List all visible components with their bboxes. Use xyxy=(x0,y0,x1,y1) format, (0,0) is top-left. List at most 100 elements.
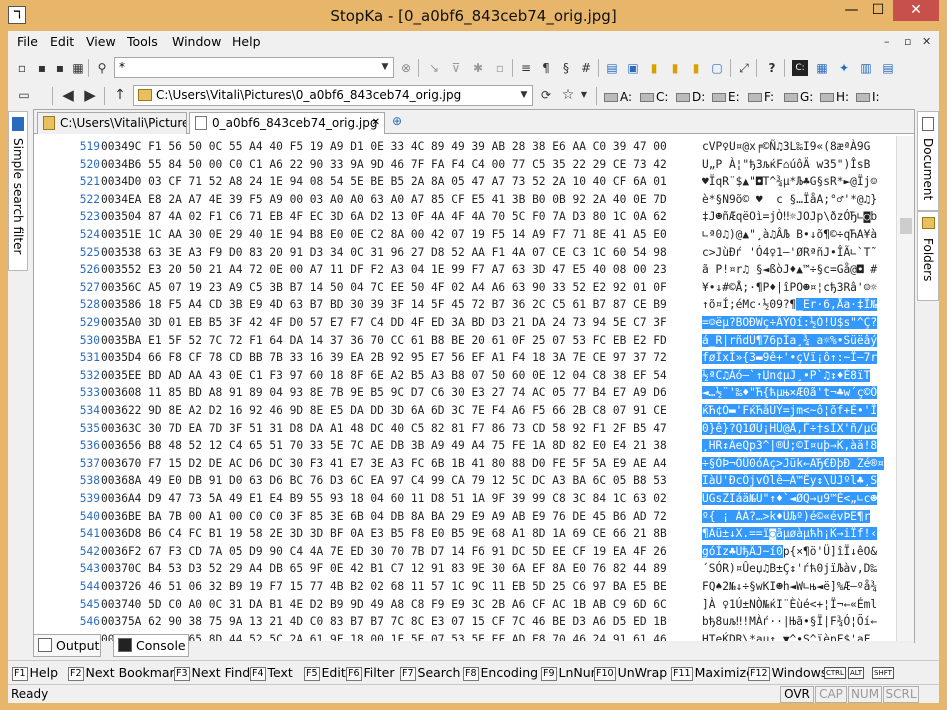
fkey-f7[interactable]: F7 Search xyxy=(400,665,460,681)
hex-row[interactable]: 523 003504 87 4A 02 F1 C6 71 EB 4F EC 3D … xyxy=(34,208,896,226)
close-file-icon[interactable]: ▦ xyxy=(70,60,86,76)
hex-row[interactable]: 527 00356C A5 07 19 23 A9 C5 3B B7 14 50 … xyxy=(34,279,896,297)
app-icon-3[interactable]: ▤ xyxy=(880,60,896,76)
hex-row[interactable]: 536 003656 B8 48 52 12 C4 65 51 70 33 5E … xyxy=(34,437,896,455)
hex-row[interactable]: 540 0036BE BA 7B 00 A1 00 C0 C0 3F 85 3E … xyxy=(34,508,896,526)
new-tab-icon[interactable]: ⊕ xyxy=(392,114,402,128)
mdi-minimize-button[interactable]: – xyxy=(884,35,890,48)
search-tool-icon[interactable]: ⚲ xyxy=(94,60,110,76)
fkey-f1[interactable]: F1 Help xyxy=(12,665,58,681)
hex-row[interactable]: 520 0034B6 55 84 50 00 C0 C1 A6 22 90 33 … xyxy=(34,156,896,174)
tab-folder[interactable]: C:\Users\Vitali\Pictures\ xyxy=(37,112,187,134)
drive-f[interactable]: F: xyxy=(748,89,774,105)
menu-tools[interactable]: Tools xyxy=(127,34,158,49)
hex-row[interactable]: 521 0034D0 03 CF 71 52 A8 24 1E 94 08 54 … xyxy=(34,173,896,191)
hex-row[interactable]: 542 0036F2 67 F3 CD 7A 05 D9 90 C4 4A 7E … xyxy=(34,543,896,561)
favorites-star-icon[interactable]: ☆ xyxy=(560,87,576,103)
explorer-icon[interactable]: ▦ xyxy=(814,60,830,76)
wrap-icon[interactable]: ¶ xyxy=(538,60,554,76)
filter-icon[interactable]: ⊽ xyxy=(448,60,464,76)
fkey-f10[interactable]: F10 UnWrap xyxy=(594,665,667,681)
tab-output[interactable]: Output xyxy=(33,634,101,657)
save-icon[interactable]: ▪ xyxy=(34,60,50,76)
folder-icon[interactable]: ▮ xyxy=(646,60,662,76)
menu-view[interactable]: View xyxy=(86,34,116,49)
hex-row[interactable]: 530 0035BA E1 5F 52 7C 72 F1 64 DA 14 37 … xyxy=(34,332,896,350)
hex-row[interactable]: 522 0034EA E8 2A A7 4E 39 F5 A9 00 03 A0 … xyxy=(34,191,896,209)
save-all-icon[interactable]: ▪ xyxy=(52,60,68,76)
hex-row[interactable]: 524 00351E 1C AA 30 0E 29 40 1E 94 B8 E0 … xyxy=(34,226,896,244)
tab-file[interactable]: 0_a0bf6_843ceb74_orig.jpg ✕ xyxy=(189,112,385,134)
menu-file[interactable]: File xyxy=(17,34,38,49)
app-icon-2[interactable]: ▥ xyxy=(858,60,874,76)
hex-row[interactable]: 539 0036A4 D9 47 73 5A 49 E1 E4 B9 55 93 … xyxy=(34,490,896,508)
fkey-f5[interactable]: F5 Edit xyxy=(304,665,346,681)
drive-e[interactable]: E: xyxy=(712,89,740,105)
vertical-scrollbar[interactable] xyxy=(896,136,914,641)
app-icon-1[interactable]: ✦ xyxy=(836,60,852,76)
folders-tab[interactable]: Folders xyxy=(917,211,939,301)
hex-row[interactable]: 545 003740 5D C0 A0 0C 31 DA B1 4E D2 B9 … xyxy=(34,596,896,614)
chevron-down-icon[interactable]: ▼ xyxy=(377,58,393,77)
scrollbar-thumb[interactable] xyxy=(900,218,912,234)
hex-row[interactable]: 534 003622 9D 8E A2 D2 16 92 46 9D 8E E5 … xyxy=(34,402,896,420)
hex-row[interactable]: 525 003538 63 3E A3 F9 D0 83 20 91 D3 34 … xyxy=(34,244,896,262)
chevron-down-icon[interactable]: ▼ xyxy=(516,86,532,105)
console-icon[interactable]: C: xyxy=(792,60,808,76)
menu-help[interactable]: Help xyxy=(232,34,261,49)
hex-row[interactable]: 519 00349C F1 56 50 0C 55 A4 40 F5 19 A9 … xyxy=(34,138,896,156)
drive-i[interactable]: I: xyxy=(856,89,880,105)
text-view-icon[interactable]: ≡ xyxy=(518,60,534,76)
document-view-icon[interactable]: ▤ xyxy=(604,60,620,76)
drive-menu-icon[interactable]: ▭ xyxy=(16,87,32,103)
hex-row[interactable]: 538 00368A 49 E0 DB 91 D0 63 D6 BC 76 D3 … xyxy=(34,472,896,490)
fkey-f8[interactable]: F8 Encoding xyxy=(463,665,538,681)
hex-row[interactable]: 526 003552 E3 20 50 21 A4 72 0E 00 A7 11 … xyxy=(34,261,896,279)
hex-row[interactable]: 546 00375A 62 90 38 75 9A 13 21 4D C0 83 … xyxy=(34,613,896,631)
document-tab[interactable]: Document xyxy=(917,111,939,211)
fkey-f3[interactable]: F3 Next Find xyxy=(174,665,250,681)
minimize-button[interactable]: — xyxy=(838,0,865,21)
drive-g[interactable]: G: xyxy=(784,89,813,105)
close-tab-icon[interactable]: ✕ xyxy=(372,113,380,133)
go-icon[interactable]: ↘ xyxy=(426,60,442,76)
hex-row[interactable]: 537 003670 F7 15 D2 DE AC D6 DC 30 F3 41 … xyxy=(34,455,896,473)
search-mask-combo[interactable]: * ▼ xyxy=(114,57,394,78)
title-bar[interactable]: ℸ StopKa - [0_a0bf6_843ceb74_orig.jpg] —… xyxy=(0,0,947,31)
modkey-ctrl[interactable]: CTRL xyxy=(824,667,846,679)
hex-row[interactable]: 544 003726 46 51 06 32 B9 19 F7 15 77 4B … xyxy=(34,578,896,596)
refresh-icon[interactable]: ⟳ xyxy=(538,87,554,103)
fkey-f2[interactable]: F2 Next Bookmark xyxy=(68,665,182,681)
new-file-icon[interactable]: ▫ xyxy=(14,60,30,76)
mdi-close-button[interactable]: ✕ xyxy=(922,35,931,48)
stop-icon[interactable]: ▫ xyxy=(492,60,508,76)
forward-icon[interactable]: ▶ xyxy=(82,87,98,103)
folder-open-icon[interactable]: ▮ xyxy=(667,60,683,76)
wildcard-icon[interactable]: ✱ xyxy=(470,60,486,76)
refresh-doc-icon[interactable]: ▣ xyxy=(625,60,641,76)
menu-window[interactable]: Window xyxy=(172,34,221,49)
hex-row[interactable]: 541 0036D8 B6 C4 FC B1 19 58 2E 3D 3D BF … xyxy=(34,525,896,543)
mdi-restore-button[interactable]: ▫ xyxy=(904,35,911,48)
menu-edit[interactable]: Edit xyxy=(50,34,74,49)
window-icon[interactable]: ▢ xyxy=(709,60,725,76)
maximize-button[interactable]: ☐ xyxy=(865,0,891,21)
modkey-alt[interactable]: ALT xyxy=(848,667,865,679)
hex-row[interactable]: 535 00363C 30 7D EA 7D 3F 51 31 D8 DA A1 … xyxy=(34,420,896,438)
fkey-f11[interactable]: F11 Maximize xyxy=(671,665,754,681)
fkey-f6[interactable]: F6 Filter xyxy=(346,665,394,681)
drive-a[interactable]: A: xyxy=(604,89,632,105)
drive-h[interactable]: H: xyxy=(820,89,849,105)
hex-row[interactable]: 533 003608 11 85 BD A8 91 89 04 93 8E 7B … xyxy=(34,384,896,402)
hex-row[interactable]: 529 0035A0 3D 01 EB B5 3F 42 4F D0 57 E7 … xyxy=(34,314,896,332)
close-button[interactable]: ✕ xyxy=(893,0,939,21)
hex-row[interactable]: 528 003586 18 F5 A4 CD 3B E9 4D 63 B7 BD … xyxy=(34,296,896,314)
modkey-shft[interactable]: SHFT xyxy=(872,667,894,679)
simple-search-filter-tab[interactable]: Simple search filter xyxy=(8,111,28,271)
line-numbers-icon[interactable]: # xyxy=(578,60,594,76)
folder-list-icon[interactable]: ▮ xyxy=(688,60,704,76)
format-icon[interactable]: § xyxy=(558,60,574,76)
fkey-f12[interactable]: F12 Windows xyxy=(748,665,827,681)
drive-c[interactable]: C: xyxy=(640,89,668,105)
drive-d[interactable]: D: xyxy=(676,89,705,105)
